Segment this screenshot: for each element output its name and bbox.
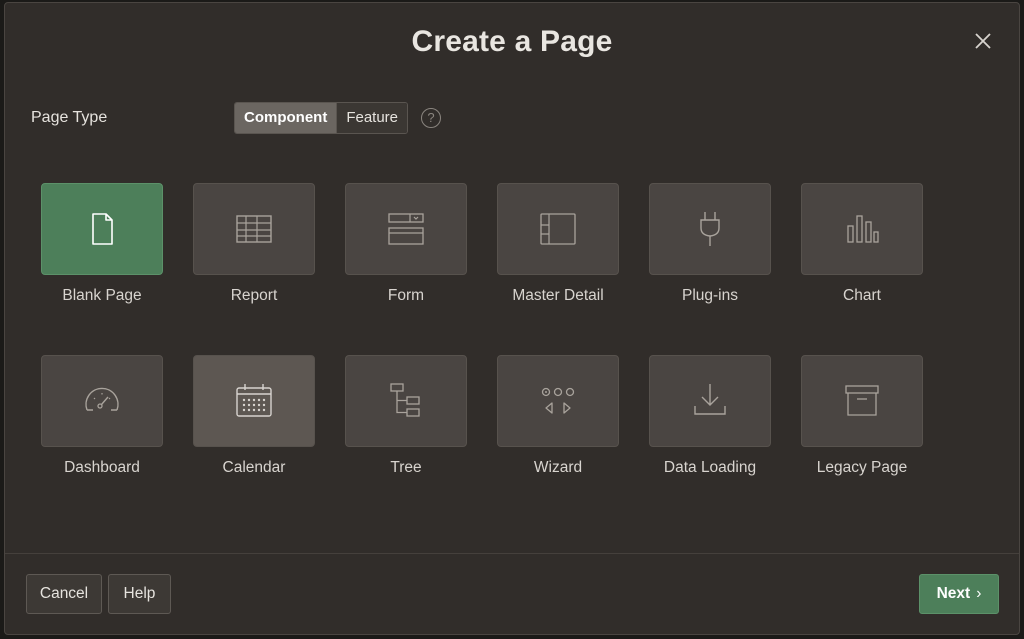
tile-report[interactable]: Report (193, 183, 315, 305)
tile-label: Legacy Page (816, 459, 908, 476)
tile-label: Master Detail (512, 287, 604, 304)
report-icon (236, 215, 272, 243)
tile-data-loading[interactable]: Data Loading (649, 355, 771, 477)
tile-master-detail[interactable]: Master Detail (497, 183, 619, 305)
tile-plug-ins[interactable]: Plug-ins (649, 183, 771, 305)
page-type-feature-option[interactable]: Feature (337, 103, 408, 133)
tile-legacy-page[interactable]: Legacy Page (801, 355, 923, 477)
page-type-label: Page Type (31, 109, 108, 126)
tile-label: Wizard (533, 459, 583, 476)
wizard-icon (541, 387, 575, 414)
tree-icon (390, 383, 420, 417)
archive-icon (845, 385, 879, 416)
blank-page-icon (92, 213, 113, 245)
tile-label: Chart (843, 287, 881, 304)
tile-label: Report (230, 287, 278, 304)
tile-calendar[interactable]: Calendar (193, 355, 315, 477)
tile-form[interactable]: Form (345, 183, 467, 305)
help-button[interactable]: Help (108, 574, 171, 614)
dialog-title: Create a Page (411, 25, 613, 58)
tile-label: Plug-ins (682, 287, 738, 304)
gauge-icon (85, 387, 119, 411)
cancel-button[interactable]: Cancel (26, 574, 102, 614)
tile-label: Calendar (222, 459, 286, 476)
chevron-right-icon: › (976, 585, 982, 602)
tile-dashboard[interactable]: Dashboard (41, 355, 163, 477)
tile-chart[interactable]: Chart (801, 183, 923, 305)
tile-label: Blank Page (62, 287, 142, 304)
help-icon[interactable]: ? (421, 108, 441, 128)
master-detail-icon (540, 213, 576, 245)
next-button[interactable]: Next › (919, 574, 999, 614)
tile-blank-page[interactable]: Blank Page (41, 183, 163, 305)
tile-wizard[interactable]: Wizard (497, 355, 619, 477)
calendar-icon (236, 384, 272, 417)
create-page-dialog: Create a Page Page Type Component Featur… (4, 2, 1020, 635)
tile-label: Data Loading (663, 459, 757, 476)
plug-icon (700, 212, 720, 246)
chart-icon (847, 215, 879, 243)
tile-tree[interactable]: Tree (345, 355, 467, 477)
footer-divider (5, 553, 1019, 554)
page-type-toggle: Component Feature (234, 102, 409, 134)
next-button-label: Next (936, 585, 971, 602)
page-type-component-option[interactable]: Component (235, 103, 338, 133)
tile-label: Tree (390, 459, 422, 476)
tile-label: Form (387, 287, 425, 304)
download-icon (694, 384, 726, 415)
form-icon (388, 213, 424, 245)
tile-label: Dashboard (64, 459, 140, 476)
close-icon[interactable] (971, 29, 995, 53)
